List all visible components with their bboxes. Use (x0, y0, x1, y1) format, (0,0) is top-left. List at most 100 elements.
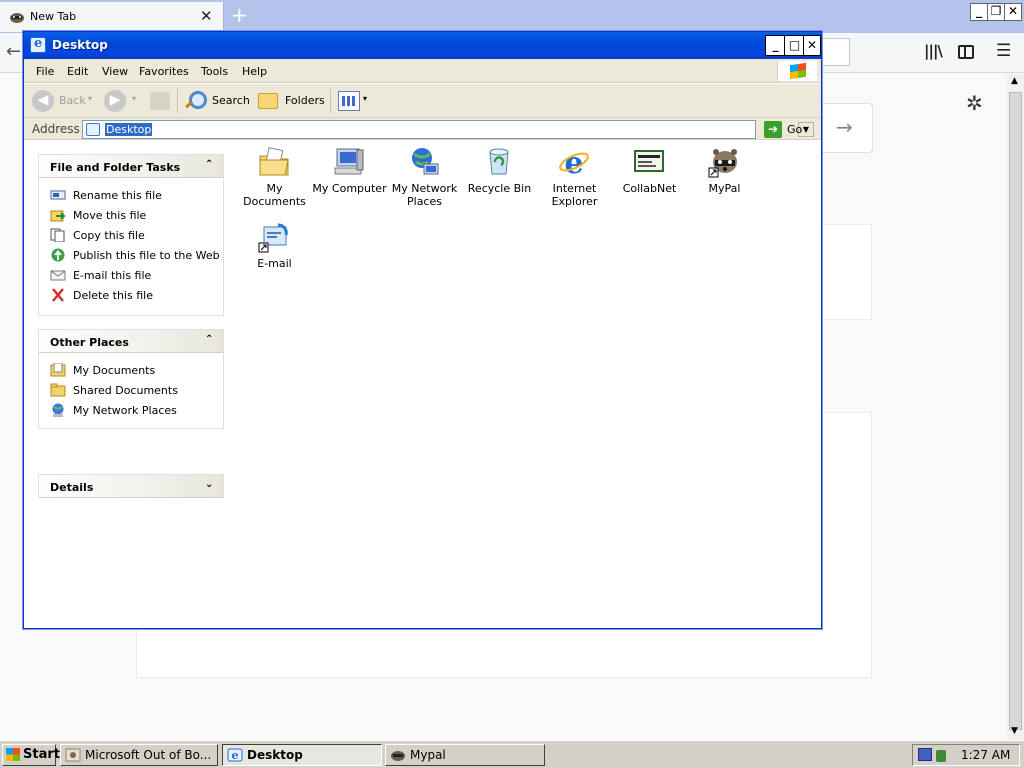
explorer-window: Desktop _ □ ✕ File Edit View Favorites T… (23, 31, 822, 629)
expand-chevron-icon[interactable]: ⌄ (205, 479, 213, 490)
folders-icon[interactable] (258, 93, 278, 109)
back-dropdown-icon[interactable]: ▾ (88, 94, 92, 103)
task-pane-header[interactable]: Other Places ⌃ (39, 330, 223, 353)
delete-icon (52, 288, 64, 302)
desktop-icon-label: Recycle Bin (467, 182, 532, 195)
menu-edit[interactable]: Edit (67, 65, 88, 78)
desktop-icon-my-documents[interactable]: My Documents (237, 146, 312, 218)
menu-tools[interactable]: Tools (201, 65, 228, 78)
clock[interactable]: 1:27 AM (961, 748, 1010, 762)
rename-icon (50, 190, 66, 200)
close-tab-icon[interactable]: ✕ (200, 7, 213, 25)
desktop-icon-label: My Network Places (391, 182, 458, 208)
go-arrow-icon[interactable]: ➔ (764, 121, 782, 138)
scroll-down-icon[interactable]: ▼ (1011, 726, 1018, 736)
desktop-icon-label: My Documents (243, 182, 306, 208)
up-folder-icon[interactable] (150, 92, 170, 110)
back-arrow-icon[interactable]: ← (6, 41, 21, 62)
task-pane-header[interactable]: Details ⌄ (39, 475, 223, 498)
task-pane-header[interactable]: File and Folder Tasks ⌃ (39, 155, 223, 178)
minimize-button[interactable]: _ (765, 35, 786, 56)
address-value[interactable]: Desktop (105, 123, 153, 136)
folder-content: File and Folder Tasks ⌃ Rename this file… (24, 141, 821, 628)
browser-restore-button[interactable]: ❐ (987, 3, 1005, 21)
menu-view[interactable]: View (102, 65, 128, 78)
taskbar-button-desktop[interactable]: e Desktop (222, 744, 382, 766)
desktop-icon-recycle-bin[interactable]: Recycle Bin (462, 146, 537, 218)
browser-tab-strip: New Tab ✕ + _ ❐ ✕ (0, 0, 1024, 33)
taskbar-button-label: Microsoft Out of Bo... (85, 748, 212, 762)
top-sites-panel (820, 224, 872, 320)
browser-tab-new-tab[interactable]: New Tab ✕ (0, 2, 224, 32)
email-shortcut-icon (258, 223, 288, 253)
gear-icon[interactable]: ✲ (966, 91, 983, 115)
mypal-raccoon-icon (708, 149, 737, 178)
window-title: Desktop (52, 38, 108, 52)
back-arrow-icon[interactable]: ◀ (32, 90, 54, 112)
folders-button-label[interactable]: Folders (285, 94, 325, 107)
desktop-icon-label: CollabNet (622, 182, 677, 195)
url-bar[interactable] (820, 38, 850, 66)
forward-dropdown-icon[interactable]: ▾ (132, 94, 136, 103)
desktop-icon-my-computer[interactable]: My Computer (312, 146, 387, 218)
taskbar-button-oobe[interactable]: Microsoft Out of Bo... (60, 744, 218, 766)
library-icon[interactable]: |||\ (924, 42, 943, 60)
maximize-button[interactable]: □ (784, 35, 805, 56)
search-icon[interactable] (184, 90, 207, 110)
taskbar-button-mypal[interactable]: Mypal (385, 744, 545, 766)
network-connection-icon[interactable] (918, 748, 932, 761)
collabnet-icon (634, 150, 664, 172)
publish-web-icon (51, 248, 65, 262)
start-label: Start (23, 747, 60, 762)
collapse-chevron-icon[interactable]: ⌃ (205, 334, 213, 345)
taskbar: Start Microsoft Out of Bo... e Desktop M… (0, 740, 1024, 768)
search-button-label[interactable]: Search (212, 94, 250, 107)
desktop-icon-label: My Computer (312, 182, 387, 195)
task-label: Delete this file (73, 289, 153, 302)
browser-minimize-button[interactable]: _ (970, 3, 988, 21)
my-documents-icon (50, 363, 66, 377)
desktop-icon-internet-explorer[interactable]: e Internet Explorer (537, 146, 612, 218)
hamburger-menu-icon[interactable]: ☰ (996, 41, 1011, 61)
menu-favorites[interactable]: Favorites (139, 65, 189, 78)
close-button[interactable]: ✕ (803, 35, 821, 56)
back-button-label[interactable]: Back (59, 94, 86, 107)
desktop-icon-my-network-places[interactable]: My Network Places (387, 146, 462, 218)
desktop-icon-label: MyPal (708, 182, 741, 195)
new-tab-button[interactable]: + (231, 3, 248, 27)
system-tray: 1:27 AM (912, 744, 1020, 766)
recycle-bin-icon (489, 148, 509, 175)
browser-scrollbar[interactable]: ▲ ▼ (1007, 74, 1024, 740)
shared-folder-icon (50, 383, 66, 397)
task-label: Rename this file (73, 189, 162, 202)
new-tab-search-submit[interactable]: → (820, 103, 873, 153)
place-label: My Documents (73, 364, 156, 377)
menu-help[interactable]: Help (242, 65, 267, 78)
forward-arrow-icon[interactable]: ▶ (104, 90, 126, 112)
toolbar-separator (177, 89, 178, 113)
internet-explorer-icon (30, 36, 46, 53)
network-places-icon (52, 403, 64, 417)
menu-file[interactable]: File (36, 65, 54, 78)
oobe-icon (65, 748, 81, 762)
svg-text:e: e (564, 146, 583, 178)
security-shield-icon[interactable] (936, 750, 946, 762)
collapse-chevron-icon[interactable]: ⌃ (205, 159, 213, 170)
views-icon[interactable] (338, 91, 360, 111)
desktop-icon-collabnet[interactable]: CollabNet (612, 146, 687, 218)
desktop-icon-mypal[interactable]: MyPal (687, 146, 762, 218)
address-input[interactable]: Desktop ▼ (82, 120, 814, 139)
desktop-icon-email[interactable]: E-mail (237, 221, 312, 293)
file-folder-tasks-pane: File and Folder Tasks ⌃ Rename this file… (38, 154, 224, 316)
title-bar[interactable]: Desktop _ □ ✕ (24, 32, 821, 59)
start-button[interactable]: Start (2, 744, 60, 766)
network-globe-icon (412, 148, 439, 175)
scrollbar-thumb[interactable] (1009, 92, 1022, 730)
sidebar-icon[interactable] (958, 45, 974, 59)
scroll-up-icon[interactable]: ▲ (1011, 76, 1018, 86)
views-dropdown-icon[interactable]: ▾ (363, 94, 367, 103)
go-button-label[interactable]: Go (787, 123, 802, 136)
browser-close-button[interactable]: ✕ (1004, 3, 1022, 21)
taskbar-button-label: Mypal (410, 748, 446, 762)
task-label: Publish this file to the Web (73, 249, 220, 262)
